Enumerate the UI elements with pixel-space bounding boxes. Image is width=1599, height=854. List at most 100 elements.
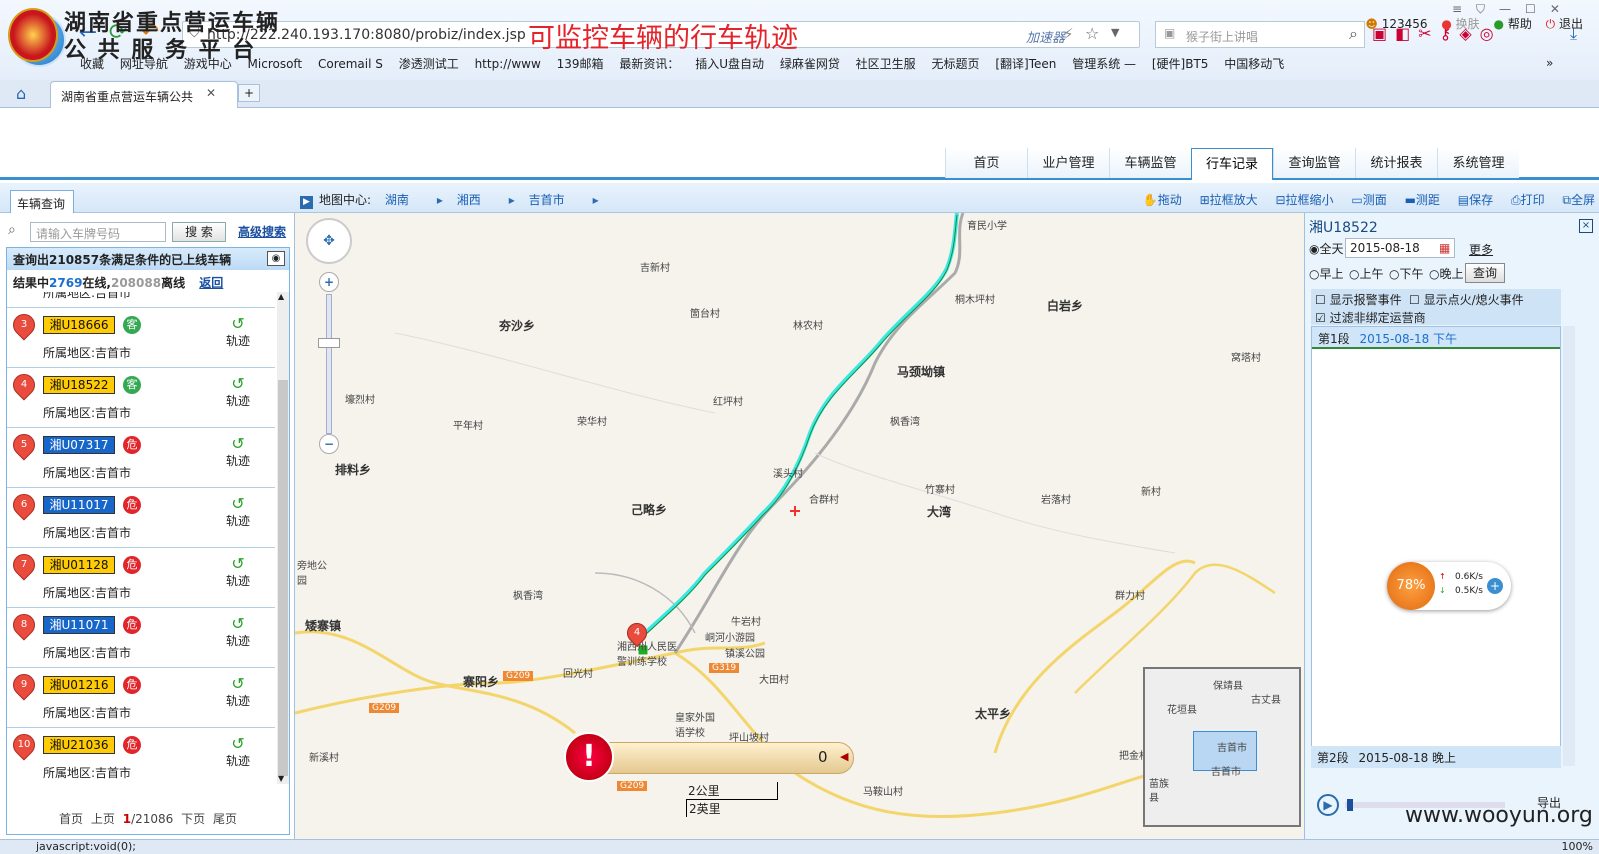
tool-save[interactable]: ▤保存 (1458, 193, 1493, 207)
bookmark-item[interactable]: 绿麻雀网贷 (780, 57, 840, 71)
help-link[interactable]: 帮助 (1508, 17, 1532, 31)
track-button[interactable]: ↺ 轨迹 (225, 316, 251, 349)
scrollbar-thumb[interactable] (278, 380, 288, 776)
radio-evening[interactable]: ○晚上 (1429, 265, 1464, 282)
page-next[interactable]: 下页 (181, 812, 205, 826)
expand-icon[interactable]: ▶ (300, 196, 313, 209)
plate-search-input[interactable]: 请输入车牌号码 (30, 222, 166, 242)
track-button[interactable]: ↺ 轨迹 (225, 496, 251, 529)
pan-control-icon[interactable]: ✥ (306, 218, 352, 264)
list-item[interactable]: 9 湘U01216 危所属地区:吉首市 ↺ 轨迹 (7, 668, 275, 728)
accelerator-label[interactable]: 加速器 (1026, 27, 1065, 46)
plate-badge[interactable]: 湘U21036 (43, 736, 115, 754)
plate-badge[interactable]: 湘U01216 (43, 676, 115, 694)
nav-home[interactable]: 首页 (945, 148, 1027, 178)
page-last[interactable]: 尾页 (213, 812, 237, 826)
bookmark-overflow-icon[interactable]: » (1546, 56, 1553, 70)
track-button[interactable]: ↺ 轨迹 (225, 436, 251, 469)
tool-fullscreen[interactable]: ⧉全屏 (1562, 193, 1595, 207)
search-icon[interactable]: ⌕ (1349, 24, 1358, 44)
track-button[interactable]: ↺ 轨迹 (225, 736, 251, 769)
zoom-out-icon[interactable]: − (319, 434, 339, 454)
advanced-search-link[interactable]: 高级搜索 (238, 223, 286, 240)
home-icon[interactable]: ⌂ (16, 84, 26, 103)
list-item[interactable]: 10 湘U21036 危所属地区:吉首市 ↺ 轨迹 (7, 728, 275, 784)
bookmark-item[interactable]: 社区卫生服 (856, 57, 916, 71)
track-button[interactable]: ↺ 轨迹 (225, 616, 251, 649)
crumb-jishou[interactable]: 吉首市 (529, 193, 565, 207)
nav-query[interactable]: 查询监管 (1273, 148, 1355, 178)
zoom-slider[interactable] (326, 294, 332, 434)
tool-distance[interactable]: ▬测距 (1405, 193, 1440, 207)
new-tab-button[interactable]: + (238, 84, 260, 102)
list-item[interactable]: 6 湘U11017 危所属地区:吉首市 ↺ 轨迹 (7, 488, 275, 548)
crumb-hunan[interactable]: 湖南 (385, 193, 409, 207)
plate-badge[interactable]: 湘U07317 (43, 436, 115, 454)
eye-icon[interactable]: ◉ (267, 251, 285, 266)
chevron-down-icon[interactable]: ▼ (1111, 26, 1119, 39)
overview-map[interactable]: 保靖县 古丈县 花垣县 吉首市 吉首市 苗族 县 (1143, 667, 1301, 827)
nav-vehicle[interactable]: 车辆监管 (1109, 148, 1191, 178)
alarm-arrow-icon[interactable]: ◀ (840, 750, 848, 763)
tool-pan[interactable]: ✋拖动 (1143, 193, 1182, 207)
checkbox-fire[interactable]: ☐ 显示点火/熄火事件 (1409, 291, 1524, 308)
segment-item[interactable]: 第2段 2015-08-18 晚上 (1311, 746, 1561, 768)
skin-icon[interactable]: ● (1441, 17, 1451, 31)
plate-badge[interactable]: 湘U01128 (43, 556, 115, 574)
bookmark-item[interactable]: 139邮箱 (557, 57, 604, 71)
checkbox-filter[interactable]: ☑ 过滤非绑定运营商 (1315, 309, 1426, 326)
calendar-icon[interactable]: ▦ (1439, 241, 1450, 255)
play-icon[interactable]: ▶ (1317, 794, 1339, 816)
nav-stats[interactable]: 统计报表 (1355, 148, 1437, 178)
scroll-up-icon[interactable]: ▲ (278, 292, 284, 301)
list-item[interactable]: 4 湘U18522 客所属地区:吉首市 ↺ 轨迹 (7, 368, 275, 428)
bookmark-item[interactable]: 中国移动飞 (1224, 57, 1284, 71)
track-button[interactable]: ↺ 轨迹 (225, 376, 251, 409)
scroll-down-icon[interactable]: ▼ (278, 774, 284, 783)
lightning-icon[interactable]: ⚡ (1063, 25, 1074, 43)
bookmark-item[interactable]: [翻译]Teen (995, 57, 1056, 71)
expand-plus-icon[interactable]: + (1487, 578, 1503, 594)
alarm-widget[interactable]: ! 0 ◀ (564, 732, 854, 786)
checkbox-alarm[interactable]: ☐ 显示报警事件 (1315, 291, 1402, 308)
radio-morning[interactable]: ○早上 (1309, 265, 1344, 282)
logout-icon[interactable]: ⏻ (1546, 17, 1556, 31)
track-button[interactable]: ↺ 轨迹 (225, 556, 251, 589)
plate-badge[interactable]: 湘U11071 (43, 616, 115, 634)
browser-search[interactable]: ▣ 猴子街上讲唱 ⌕ (1155, 21, 1365, 48)
page-prev[interactable]: 上页 (91, 812, 115, 826)
bookmark-item[interactable]: Coremail S (318, 57, 383, 71)
bookmark-item[interactable]: 管理系统 — (1072, 57, 1136, 71)
star-icon[interactable]: ☆ (1085, 24, 1099, 43)
list-item[interactable]: 5 湘U07317 危所属地区:吉首市 ↺ 轨迹 (7, 428, 275, 488)
zoom-thumb[interactable] (318, 338, 340, 348)
tool-zoom-out-box[interactable]: ⊟拉框缩小 (1275, 193, 1333, 207)
help-icon[interactable]: ● (1494, 17, 1504, 31)
radio-pm[interactable]: ○下午 (1389, 265, 1424, 282)
radio-am[interactable]: ○上午 (1349, 265, 1384, 282)
nav-system[interactable]: 系统管理 (1437, 148, 1519, 178)
close-icon[interactable]: × (1579, 219, 1593, 233)
skin-link[interactable]: 换肤 (1456, 17, 1480, 31)
bookmark-item[interactable]: 无标题页 (932, 57, 980, 71)
list-item[interactable]: 8 湘U11071 危所属地区:吉首市 ↺ 轨迹 (7, 608, 275, 668)
radio-allday[interactable]: ◉全天 (1309, 240, 1344, 257)
tool-area[interactable]: ▭测面 (1351, 193, 1386, 207)
tool-zoom-in-box[interactable]: ⊞拉框放大 (1200, 193, 1258, 207)
nav-driving-record[interactable]: 行车记录 (1191, 148, 1273, 180)
close-tab-icon[interactable]: ✕ (206, 86, 216, 100)
nav-business[interactable]: 业户管理 (1027, 148, 1109, 178)
plate-badge[interactable]: 湘U11017 (43, 496, 115, 514)
plate-badge[interactable]: 湘U18666 (43, 316, 115, 334)
zoom-in-icon[interactable]: + (319, 272, 339, 292)
bookmark-item[interactable]: 最新资讯： (619, 57, 679, 71)
bookmark-item[interactable]: http://www (475, 57, 541, 71)
query-button[interactable]: 查询 (1465, 263, 1505, 283)
playback-thumb[interactable] (1347, 799, 1353, 811)
zoom-level[interactable]: 100% (1562, 840, 1593, 853)
bookmark-item[interactable]: 渗透测试工 (399, 57, 459, 71)
bookmark-item[interactable]: 插入U盘自动 (695, 57, 764, 71)
tool-print[interactable]: ⎙打印 (1511, 193, 1545, 207)
logout-link[interactable]: 退出 (1559, 17, 1583, 31)
back-link[interactable]: 返回 (199, 276, 223, 290)
